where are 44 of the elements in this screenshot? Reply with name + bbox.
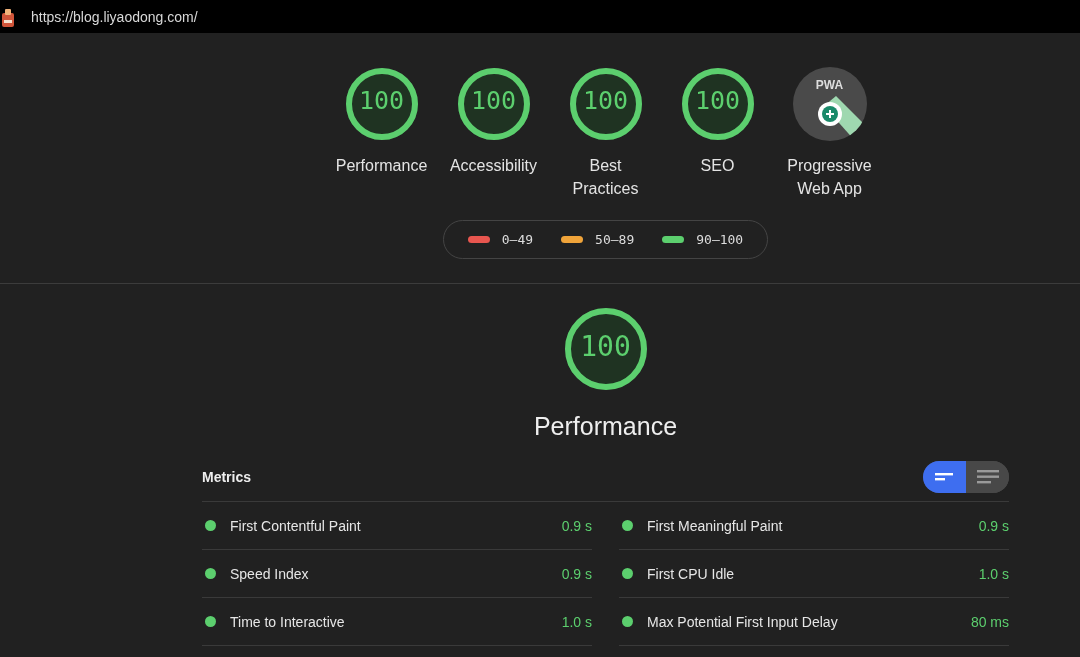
score-gauge[interactable] bbox=[343, 66, 420, 142]
pass-dot bbox=[205, 568, 216, 579]
score-number: 100 bbox=[693, 86, 742, 115]
legend-range: 50–89 bbox=[595, 232, 635, 247]
metric-value: 1.0 s bbox=[978, 565, 1009, 582]
metric-name: First CPU Idle bbox=[647, 565, 736, 582]
metric-value: 0.9 s bbox=[561, 565, 592, 582]
score-gauge[interactable] bbox=[679, 66, 756, 142]
lines-icon bbox=[934, 472, 955, 482]
pass-dot bbox=[622, 520, 633, 531]
category-label[interactable]: Progressive Web App bbox=[779, 154, 880, 200]
lines-icon bbox=[976, 470, 999, 484]
metric-value: 80 ms bbox=[970, 613, 1009, 630]
score-gauge[interactable] bbox=[567, 66, 644, 142]
score-number: 100 bbox=[357, 86, 406, 115]
metric-name: Max Potential First Input Delay bbox=[647, 613, 839, 630]
site-logo-icon bbox=[1, 7, 15, 28]
category-label[interactable]: Accessibility bbox=[443, 154, 544, 177]
pass-dot bbox=[622, 616, 633, 627]
score-number: 100 bbox=[581, 86, 630, 115]
metric-value: 0.9 s bbox=[978, 517, 1009, 534]
pass-dot bbox=[622, 568, 633, 579]
metrics-heading: Metrics bbox=[202, 469, 252, 485]
pass-dot bbox=[205, 616, 216, 627]
metric-name: Speed Index bbox=[230, 565, 310, 582]
category-label[interactable]: Performance bbox=[331, 154, 432, 177]
metric-name: First Meaningful Paint bbox=[647, 517, 784, 534]
category-label[interactable]: Best Practices bbox=[555, 154, 656, 200]
category-label[interactable]: SEO bbox=[667, 154, 768, 177]
metric-name: Time to Interactive bbox=[230, 613, 346, 630]
metric-name: First Contentful Paint bbox=[230, 517, 362, 534]
pwa-badge-icon[interactable] bbox=[791, 66, 868, 142]
score-number: 100 bbox=[469, 86, 518, 115]
pwa-logo-text: PWA bbox=[814, 78, 845, 92]
legend-range: 90–100 bbox=[696, 232, 744, 247]
metric-value: 0.9 s bbox=[561, 517, 592, 534]
compact-view-button[interactable] bbox=[923, 461, 966, 493]
url-text[interactable]: https://blog.liyaodong.com/ bbox=[31, 8, 198, 25]
score-number: 100 bbox=[579, 330, 632, 363]
pass-dot bbox=[205, 520, 216, 531]
legend-range: 0–49 bbox=[501, 232, 534, 247]
section-title: Performance bbox=[533, 412, 678, 441]
metric-value: 1.0 s bbox=[561, 613, 592, 630]
score-gauge[interactable] bbox=[455, 66, 532, 142]
